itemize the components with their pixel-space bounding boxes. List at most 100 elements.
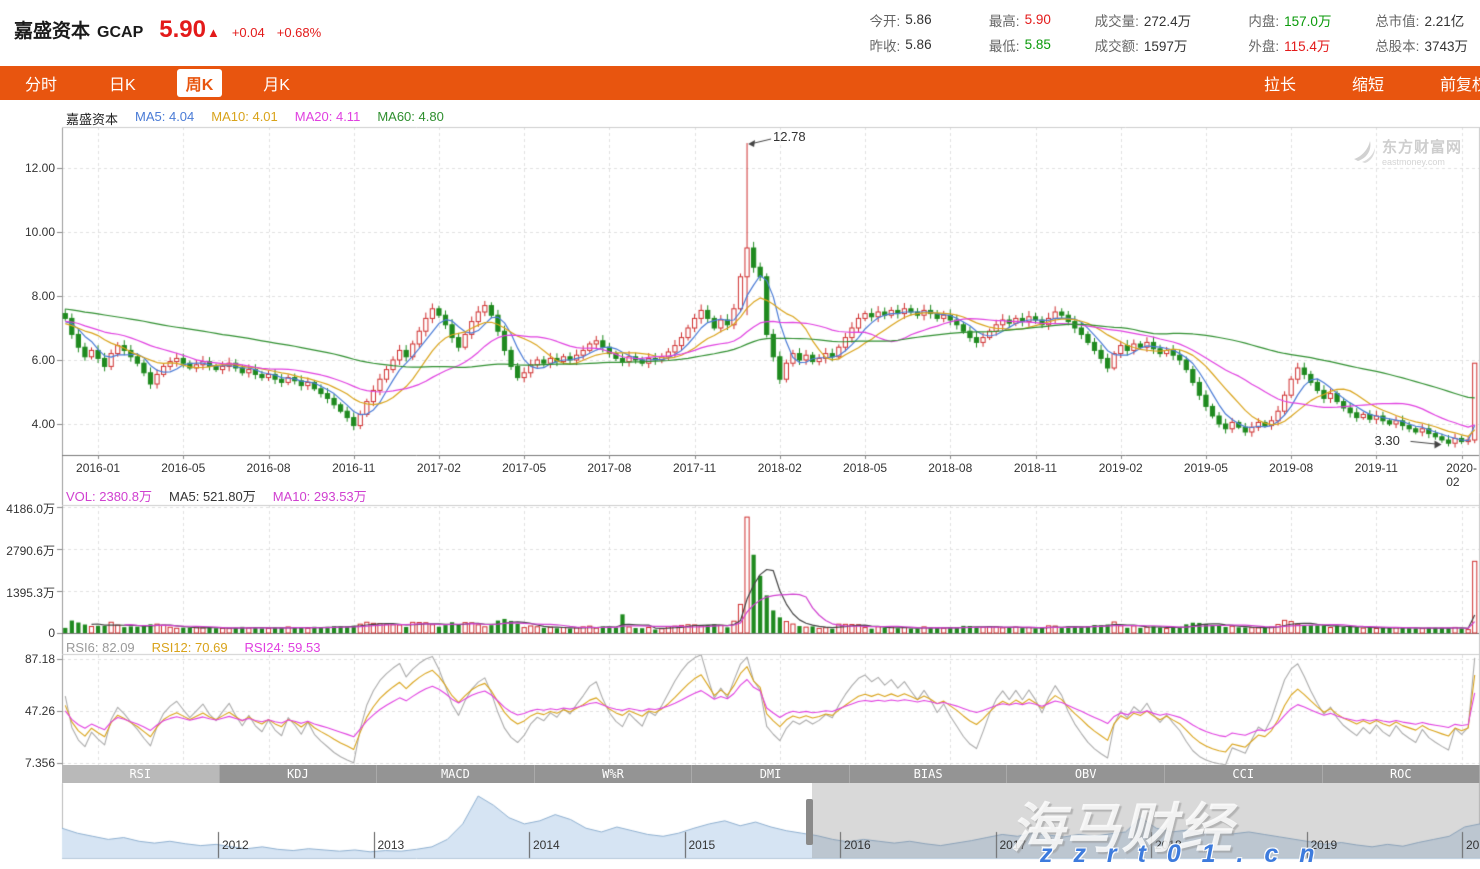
stat-value-market-cap: 2.21亿	[1424, 10, 1464, 30]
rsi-axis-label: 47.26	[0, 704, 55, 718]
x-axis-label: 2019-11	[1355, 461, 1398, 475]
stat-value-inner-disc: 157.0万	[1284, 10, 1331, 30]
main-legend-item-1: MA5: 4.04	[135, 109, 194, 128]
x-axis-label: 2016-11	[332, 461, 375, 475]
chart-canvas[interactable]	[0, 0, 1480, 869]
tab-weekly-k[interactable]: 周K	[177, 69, 223, 97]
stat-value-outer-disc: 115.4万	[1284, 35, 1330, 55]
volume-axis-label: 4186.0万	[0, 500, 55, 517]
main-legend-item-2: MA10: 4.01	[211, 109, 278, 128]
eastmoney-watermark: 东方财富网 eastmoney.com	[1352, 136, 1462, 167]
rsi-legend-item-2: RSI24: 59.53	[245, 640, 321, 655]
indicator-tab-macd[interactable]: MACD	[377, 765, 535, 783]
rsi-legend-item-1: RSI12: 70.69	[152, 640, 228, 655]
x-axis-label: 2018-11	[1014, 461, 1057, 475]
price-axis-label: 12.00	[0, 161, 55, 175]
tool-stretch[interactable]: 拉长	[1264, 71, 1296, 95]
stat-row-market-cap: 总市值:2.21亿	[1367, 7, 1468, 32]
volume-legend-item-2: MA10: 293.53万	[273, 486, 367, 505]
x-axis-label: 2019-02	[1099, 461, 1143, 475]
stat-value-open: 5.86	[905, 12, 931, 27]
indicator-tabbar: RSIKDJMACDW%RDMIBIASOBVCCIROC	[62, 765, 1480, 783]
eastmoney-watermark-en: eastmoney.com	[1382, 157, 1462, 167]
nav-year-label: 2016	[844, 838, 871, 852]
nav-year-label: 2014	[533, 838, 560, 852]
up-arrow-icon: ▲	[207, 25, 220, 40]
nav-year-label: 2020	[1466, 838, 1480, 852]
stat-value-total-shares: 3743万	[1424, 35, 1468, 55]
tab-monthly-k[interactable]: 月K	[252, 67, 301, 99]
x-axis-label: 2018-05	[843, 461, 887, 475]
stat-row-high: 最高:5.90	[968, 7, 1051, 32]
stat-row-outer-disc: 外盘:115.4万	[1227, 32, 1331, 57]
nav-year-label: 2015	[689, 838, 716, 852]
x-axis-label: 2016-05	[161, 461, 205, 475]
tab-daily-k[interactable]: 日K	[98, 67, 147, 99]
period-tabs: 分时日K 周K 月K	[14, 67, 331, 99]
stat-column: 总市值:2.21亿总股本:3743万	[1367, 7, 1468, 57]
stat-row-total-shares: 总股本:3743万	[1367, 32, 1468, 57]
volume-axis-label: 0	[0, 626, 55, 640]
indicator-tab-bias[interactable]: BIAS	[850, 765, 1008, 783]
x-axis-label: 2017-02	[417, 461, 461, 475]
x-axis-label: 2020-02	[1446, 461, 1477, 489]
x-axis-label: 2019-05	[1184, 461, 1228, 475]
indicator-tab-wr[interactable]: W%R	[535, 765, 693, 783]
indicator-tab-cci[interactable]: CCI	[1165, 765, 1323, 783]
stat-label-low: 最低:	[968, 35, 1020, 55]
nav-year-label: 2013	[378, 838, 405, 852]
main-legend-item-0: 嘉盛资本	[66, 109, 118, 128]
x-axis-label: 2017-05	[502, 461, 546, 475]
price-change-pct: +0.68%	[277, 25, 321, 40]
nav-drag-handle[interactable]	[806, 799, 813, 845]
zzrt-watermark: z z r t 0 1 . c n	[1040, 840, 1322, 869]
price-change: +0.04	[232, 25, 265, 40]
rsi-axis-label: 7.356	[0, 756, 55, 770]
rsi-legend-item-0: RSI6: 82.09	[66, 640, 135, 655]
volume-axis-label: 2790.6万	[0, 542, 55, 559]
stat-column: 今开: 5.86 昨收: 5.86	[848, 7, 931, 57]
stat-label-inner-disc: 内盘:	[1227, 10, 1279, 30]
tool-shrink[interactable]: 缩短	[1352, 71, 1384, 95]
ticker: GCAP	[97, 24, 143, 42]
header: 嘉盛资本 GCAP 5.90 ▲ +0.04 +0.68% 今开:5.86昨收:…	[0, 0, 1480, 62]
main-legend-item-4: MA60: 4.80	[377, 109, 444, 128]
price-annotation: 12.78	[773, 129, 806, 144]
stat-label-total-shares: 总股本:	[1367, 35, 1419, 55]
stat-label-prev-close: 昨收:	[848, 35, 900, 55]
stat-row-turnover: 成交额:1597万	[1087, 32, 1191, 57]
stat-label-outer-disc: 外盘:	[1227, 35, 1279, 55]
price-axis-label: 8.00	[0, 289, 55, 303]
indicator-tab-kdj[interactable]: KDJ	[220, 765, 378, 783]
tool-forward-adjust[interactable]: 前复权	[1440, 71, 1480, 95]
stat-value-volume: 272.4万	[1144, 10, 1191, 30]
stat-label-turnover: 成交额:	[1087, 35, 1139, 55]
x-axis-label: 2016-08	[246, 461, 290, 475]
volume-legend-item-1: MA5: 521.80万	[169, 486, 256, 505]
volume-axis-label: 1395.3万	[0, 584, 55, 601]
stat-value-low: 5.85	[1025, 37, 1051, 52]
indicator-tab-dmi[interactable]: DMI	[692, 765, 850, 783]
nav-year-label: 2012	[222, 838, 249, 852]
tab-fenshi[interactable]: 分时	[14, 67, 68, 99]
indicator-tab-rsi[interactable]: RSI	[62, 765, 220, 783]
stat-value-high: 5.90	[1025, 12, 1051, 27]
chart-tools: 拉长 缩短 前复权	[1208, 71, 1480, 95]
main-legend: 嘉盛资本MA5: 4.04MA10: 4.01MA20: 4.11MA60: 4…	[66, 109, 444, 128]
stat-label-volume: 成交量:	[1087, 10, 1139, 30]
stat-row-inner-disc: 内盘:157.0万	[1227, 7, 1331, 32]
x-axis-label: 2018-02	[758, 461, 802, 475]
indicator-tab-roc[interactable]: ROC	[1323, 765, 1480, 783]
stat-row-volume: 成交量:272.4万	[1087, 7, 1191, 32]
indicator-tab-obv[interactable]: OBV	[1007, 765, 1165, 783]
stat-column: 成交量:272.4万成交额:1597万	[1087, 7, 1191, 57]
x-axis-label: 2019-08	[1269, 461, 1313, 475]
price-axis-label: 6.00	[0, 353, 55, 367]
stat-value-prev-close: 5.86	[905, 37, 931, 52]
stat-label-open: 今开:	[848, 10, 900, 30]
stat-row-low: 最低: 5.85	[968, 32, 1051, 57]
rsi-legend: RSI6: 82.09 RSI12: 70.69 RSI24: 59.53	[66, 640, 320, 655]
stat-row-prev-close: 昨收: 5.86	[848, 32, 931, 57]
volume-legend: VOL: 2380.8万 MA5: 521.80万 MA10: 293.53万	[66, 486, 367, 505]
volume-legend-item-0: VOL: 2380.8万	[66, 486, 152, 505]
